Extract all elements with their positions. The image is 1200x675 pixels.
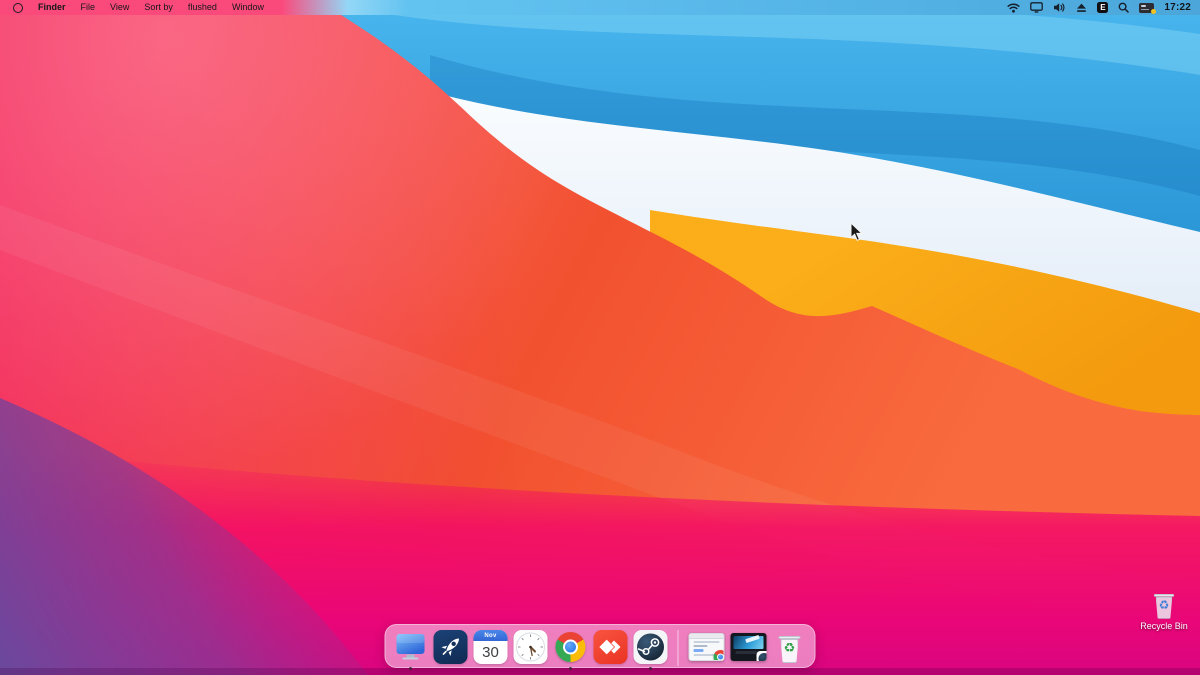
recycle-bin-label: Recycle Bin bbox=[1140, 621, 1188, 631]
input-method-badge bbox=[1151, 8, 1157, 14]
running-indicator bbox=[409, 667, 412, 670]
menubar: Finder File View Sort by flushed Window bbox=[0, 0, 1200, 15]
calendar-day: 30 bbox=[482, 644, 499, 661]
steam-icon bbox=[633, 630, 668, 664]
system-logo-icon[interactable] bbox=[13, 2, 23, 13]
dock-item-clock[interactable] bbox=[513, 630, 548, 664]
wallpaper bbox=[0, 0, 1200, 675]
app-e-icon[interactable]: E bbox=[1097, 2, 1109, 13]
monitor-icon bbox=[394, 630, 428, 664]
desktop-recycle-bin[interactable]: ♻ Recycle Bin bbox=[1135, 591, 1193, 632]
dock-item-anydesk[interactable] bbox=[593, 630, 628, 664]
menu-window[interactable]: Window bbox=[232, 0, 264, 15]
calendar-month: Nov bbox=[473, 630, 508, 641]
mouse-cursor bbox=[850, 222, 864, 241]
menu-flushed[interactable]: flushed bbox=[188, 0, 217, 15]
search-icon[interactable] bbox=[1118, 0, 1130, 15]
running-indicator bbox=[649, 667, 652, 670]
dock-item-chrome[interactable] bbox=[554, 630, 588, 670]
dock-item-trash[interactable]: ♻ bbox=[773, 630, 807, 664]
anydesk-icon bbox=[593, 630, 628, 664]
chrome-badge-icon bbox=[713, 650, 724, 660]
rocket-icon bbox=[433, 630, 468, 664]
dock-item-steam[interactable] bbox=[633, 630, 668, 670]
wifi-icon[interactable] bbox=[1007, 0, 1020, 15]
dock-separator bbox=[677, 630, 679, 666]
dock-minimized-chrome-window[interactable] bbox=[688, 633, 725, 661]
menu-file[interactable]: File bbox=[81, 0, 96, 15]
eject-icon[interactable] bbox=[1076, 0, 1087, 15]
input-method-icon[interactable] bbox=[1139, 2, 1157, 14]
display-icon[interactable] bbox=[1030, 0, 1044, 15]
recycle-bin-icon: ♻ bbox=[778, 634, 802, 664]
dock: Nov 30 ♻ bbox=[384, 624, 816, 670]
running-indicator bbox=[569, 667, 572, 670]
steam-badge-icon bbox=[756, 651, 767, 661]
menu-view[interactable]: View bbox=[110, 0, 129, 15]
calendar-icon: Nov 30 bbox=[473, 630, 508, 664]
analog-clock-icon bbox=[513, 630, 548, 664]
recycle-symbol: ♻ bbox=[1158, 598, 1170, 613]
menubar-status: E 17:22 bbox=[1007, 0, 1200, 15]
dock-item-calendar[interactable]: Nov 30 bbox=[473, 630, 508, 664]
recycle-bin-icon: ♻ bbox=[1153, 592, 1175, 620]
menu-finder[interactable]: Finder bbox=[38, 0, 66, 15]
dock-item-computer[interactable] bbox=[394, 630, 428, 670]
menubar-menus: Finder File View Sort by flushed Window bbox=[0, 0, 264, 15]
dock-item-launchpad[interactable] bbox=[433, 630, 468, 664]
chrome-icon bbox=[554, 630, 588, 664]
recycle-symbol: ♻ bbox=[783, 641, 796, 656]
desktop-screen: Finder File View Sort by flushed Window bbox=[0, 0, 1200, 675]
volume-icon[interactable] bbox=[1053, 0, 1066, 15]
dock-minimized-steam-window[interactable] bbox=[730, 633, 767, 661]
menu-sort-by[interactable]: Sort by bbox=[144, 0, 173, 15]
menubar-clock[interactable]: 17:22 bbox=[1164, 2, 1191, 13]
